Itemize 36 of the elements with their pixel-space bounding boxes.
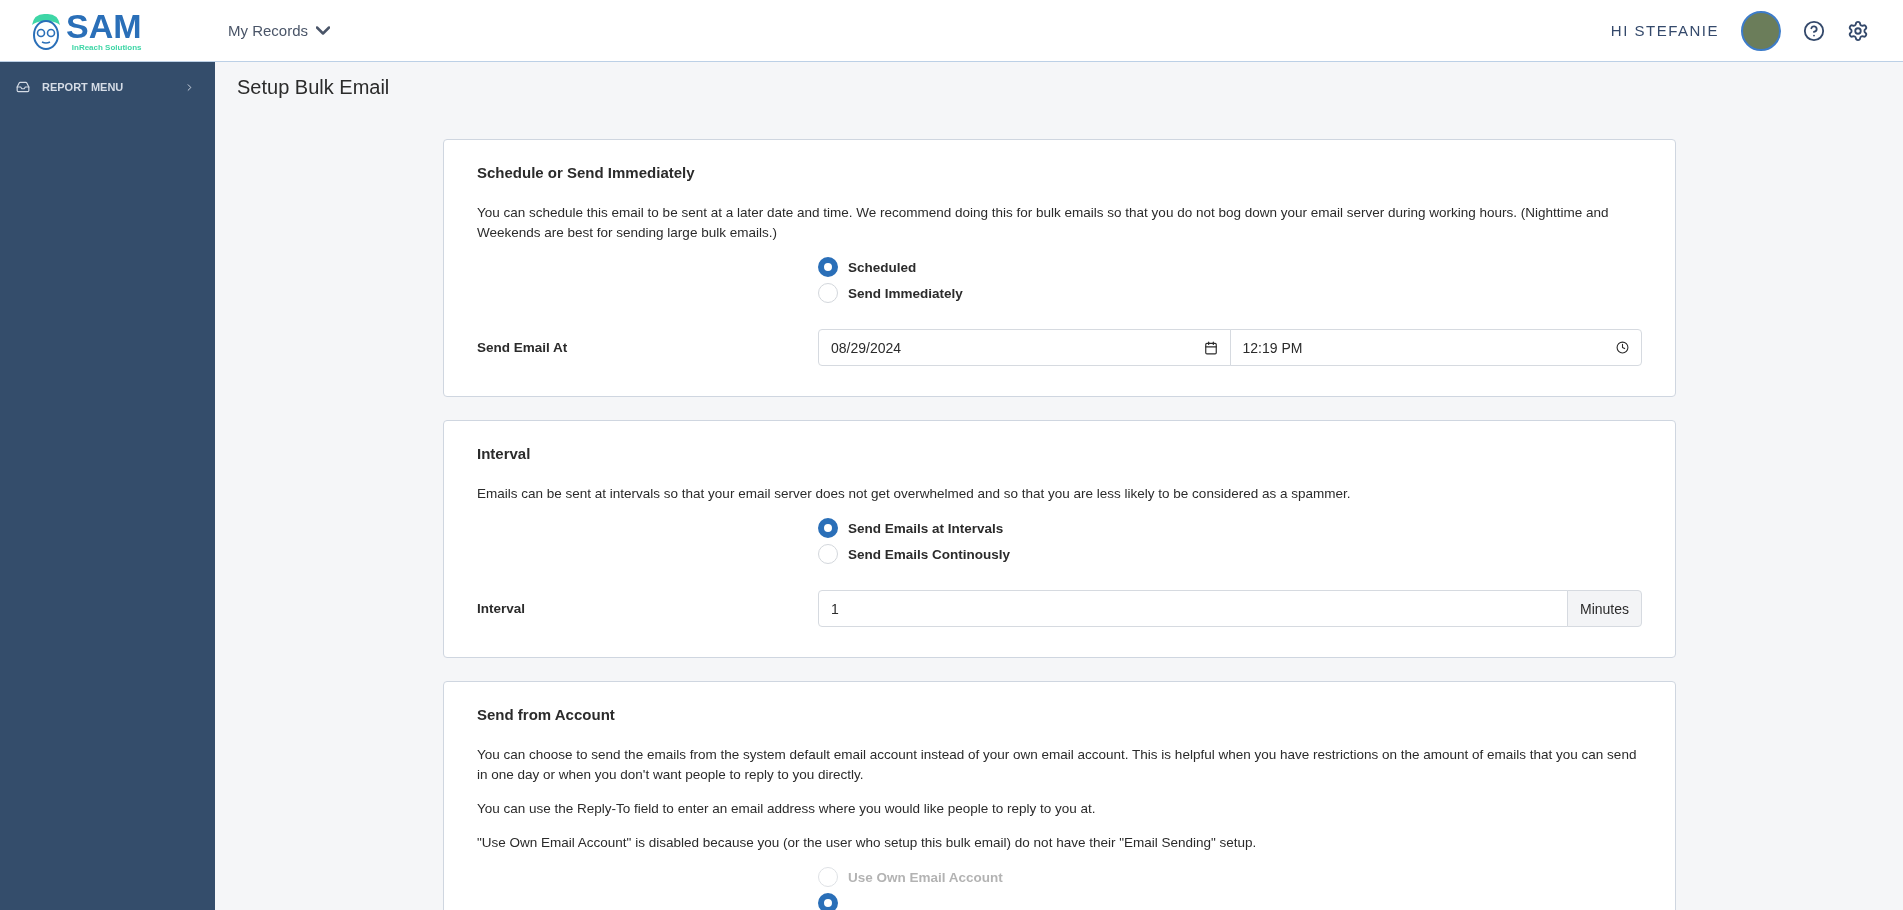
radio-button[interactable] <box>818 893 838 910</box>
greeting: HI STEFANIE <box>1610 22 1719 39</box>
help-button[interactable] <box>1803 19 1825 42</box>
chevron-down-icon <box>316 26 331 35</box>
radio-label: Send Immediately <box>848 285 963 301</box>
section-title: Send from Account <box>477 706 616 723</box>
logo[interactable]: SAM InReach Solutions <box>28 9 228 52</box>
description-text: You can choose to send the emails from the system default email account instead of your own email account. This is helpful when you have restrictions on the amount of emails that you can send in one day or when you don't want people to reply to you directly. <box>477 746 1638 784</box>
clock-icon <box>1616 341 1629 354</box>
radio-label: Use Own Email Account <box>848 869 1003 885</box>
radio-label: Scheduled <box>848 259 917 275</box>
calendar-icon <box>1203 340 1218 355</box>
radio-label: Send Emails at Intervals <box>848 520 1004 536</box>
time-field[interactable]: 12:19 PM <box>1229 329 1642 366</box>
logo-tagline: InReach Solutions <box>71 43 142 52</box>
inbox-icon <box>16 80 30 94</box>
description-text: Emails can be sent at intervals so that your email server does not get overwhelmed and so that you are less likely to be considered as a spammer. <box>477 485 1352 503</box>
radio-label: Send Emails Continously <box>848 546 1011 562</box>
description-text: You can use the Reply-To field to enter an email address where you would like people to reply to you at. <box>477 800 1097 818</box>
field-label: Send Email At <box>477 340 569 355</box>
field-label: Interval <box>477 601 527 616</box>
radio-button[interactable] <box>818 257 838 277</box>
interval-field[interactable]: 1 <box>818 590 1568 627</box>
description-text: You can schedule this email to be sent at a later date and time. We recommend doing this for bulk emails so that you do not bog down your email server during working hours. (Nighttime and Weekends are best for sending large bulk emails.) <box>477 204 1610 242</box>
nav-menu[interactable]: My Records <box>228 18 331 43</box>
section-title: Interval <box>477 445 532 462</box>
settings-button[interactable] <box>1847 19 1869 42</box>
sidebar-item[interactable]: REPORT MENU <box>0 74 215 100</box>
description-text: "Use Own Email Account" is disabled because you (or the user who setup this bulk email) do not have their "Email Sending" setup. <box>477 834 1258 852</box>
unit-label: Minutes <box>1566 590 1642 627</box>
section-title: Schedule or Send Immediately <box>477 164 696 181</box>
date-field[interactable]: 08/29/2024 <box>818 329 1231 366</box>
page-title: Setup Bulk Email <box>237 76 391 99</box>
avatar[interactable] <box>1741 10 1781 51</box>
radio-button[interactable] <box>818 518 838 538</box>
logo-name: SAM <box>66 9 142 43</box>
